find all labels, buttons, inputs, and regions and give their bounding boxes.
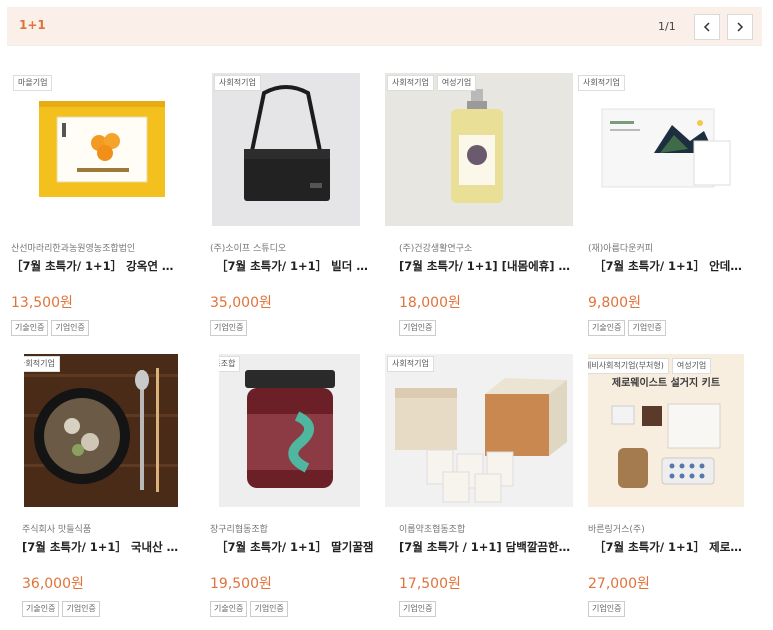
product-image[interactable]: 제로웨이스트 설거지 키트 예비사회적기업(부처형) 여성기업 xyxy=(588,354,744,507)
company-name: 바른링거스(주) xyxy=(588,525,645,535)
product-price: 13,500원 xyxy=(11,295,73,311)
product-title[interactable]: ［7월 초특가/ 1+1］ 제로웨… xyxy=(594,539,744,555)
company-type-badge: 예비사회적기업(부처형) xyxy=(588,358,669,374)
certification-tag: 기술인증 xyxy=(22,601,60,617)
product-price: 35,000원 xyxy=(210,295,272,311)
company-type-badge: 사회적기업 xyxy=(387,356,434,372)
company-name: 산선마라리한과농원영농조합법인 xyxy=(11,244,136,254)
certification-tag: 기업인증 xyxy=(628,320,666,336)
company-name: 주식회사 맛들식품 xyxy=(22,525,92,535)
product-title[interactable]: ［7월 초특가/ 1+1］ 강옥연 … xyxy=(11,258,186,274)
image-caption: 제로웨이스트 설거지 키트 xyxy=(612,376,720,389)
product-title[interactable]: [7월 초특가 / 1+1] 담백깔끔한… xyxy=(399,539,571,555)
company-type-badge: 사회적기업 xyxy=(578,75,625,91)
product-image[interactable]: 마을기업 xyxy=(11,73,186,226)
certification-tag: 기술인증 xyxy=(588,320,626,336)
certification-tag: 기술인증 xyxy=(210,601,248,617)
product-image[interactable]: 사회적기업 여성기업 xyxy=(385,73,573,226)
company-type-badge: 여성기업 xyxy=(436,75,477,91)
certification-tag: 기업인증 xyxy=(210,320,248,336)
product-image[interactable]: 사회적기업 xyxy=(212,73,360,226)
product-title[interactable]: ［7월 초특가/ 1+1］ 빌더 플… xyxy=(216,258,376,274)
company-name: (주)건강생활연구소 xyxy=(399,244,473,254)
product-price: 36,000원 xyxy=(22,576,84,592)
product-grid: 마을기업 산선마라리한과농원영농조합법인 ［7월 초특가/ 1+1］ 강옥연 …… xyxy=(0,0,773,630)
certification-tag: 기업인증 xyxy=(62,601,100,617)
certification-tag: 기업인증 xyxy=(399,320,437,336)
product-image[interactable]: 사회적기업 xyxy=(385,354,573,507)
product-price: 27,000원 xyxy=(588,576,650,592)
certification-tag: 기업인증 xyxy=(399,601,437,617)
company-name: 이롭약초협동조합 xyxy=(399,525,466,535)
product-title[interactable]: ［7월 초특가/ 1+1］ 안데스… xyxy=(594,258,744,274)
certification-tag: 기업인증 xyxy=(588,601,626,617)
company-type-badge: 사회적기업 xyxy=(387,75,434,91)
product-price: 17,500원 xyxy=(399,576,461,592)
company-type-badge: 협동조합 xyxy=(219,356,241,372)
product-price: 18,000원 xyxy=(399,295,461,311)
product-image[interactable]: 사회적기업 xyxy=(24,354,178,507)
product-title[interactable]: [7월 초특가/ 1+1] [내몸에휴] … xyxy=(399,258,571,274)
certification-tag: 기업인증 xyxy=(51,320,89,336)
certification-tag: 기업인증 xyxy=(250,601,288,617)
company-name: (재)아름다운커피 xyxy=(588,244,653,254)
company-type-badge: 여성기업 xyxy=(671,358,712,374)
certification-tag: 기술인증 xyxy=(11,320,49,336)
company-name: (주)소이프 스튜디오 xyxy=(210,244,287,254)
product-image[interactable]: 사회적기업 xyxy=(576,73,751,226)
product-title[interactable]: [7월 초특가/ 1+1］ 국내산 … xyxy=(22,539,192,555)
company-type-badge: 마을기업 xyxy=(13,75,53,91)
product-title[interactable]: ［7월 초특가/ 1+1］ 딸기꿀잼 xyxy=(216,539,376,555)
company-type-badge: 사회적기업 xyxy=(24,356,60,372)
product-price: 9,800원 xyxy=(588,295,641,311)
company-type-badge: 사회적기업 xyxy=(214,75,261,91)
product-price: 19,500원 xyxy=(210,576,272,592)
product-image[interactable]: 협동조합 xyxy=(219,354,360,507)
company-name: 장구리협동조합 xyxy=(210,525,268,535)
